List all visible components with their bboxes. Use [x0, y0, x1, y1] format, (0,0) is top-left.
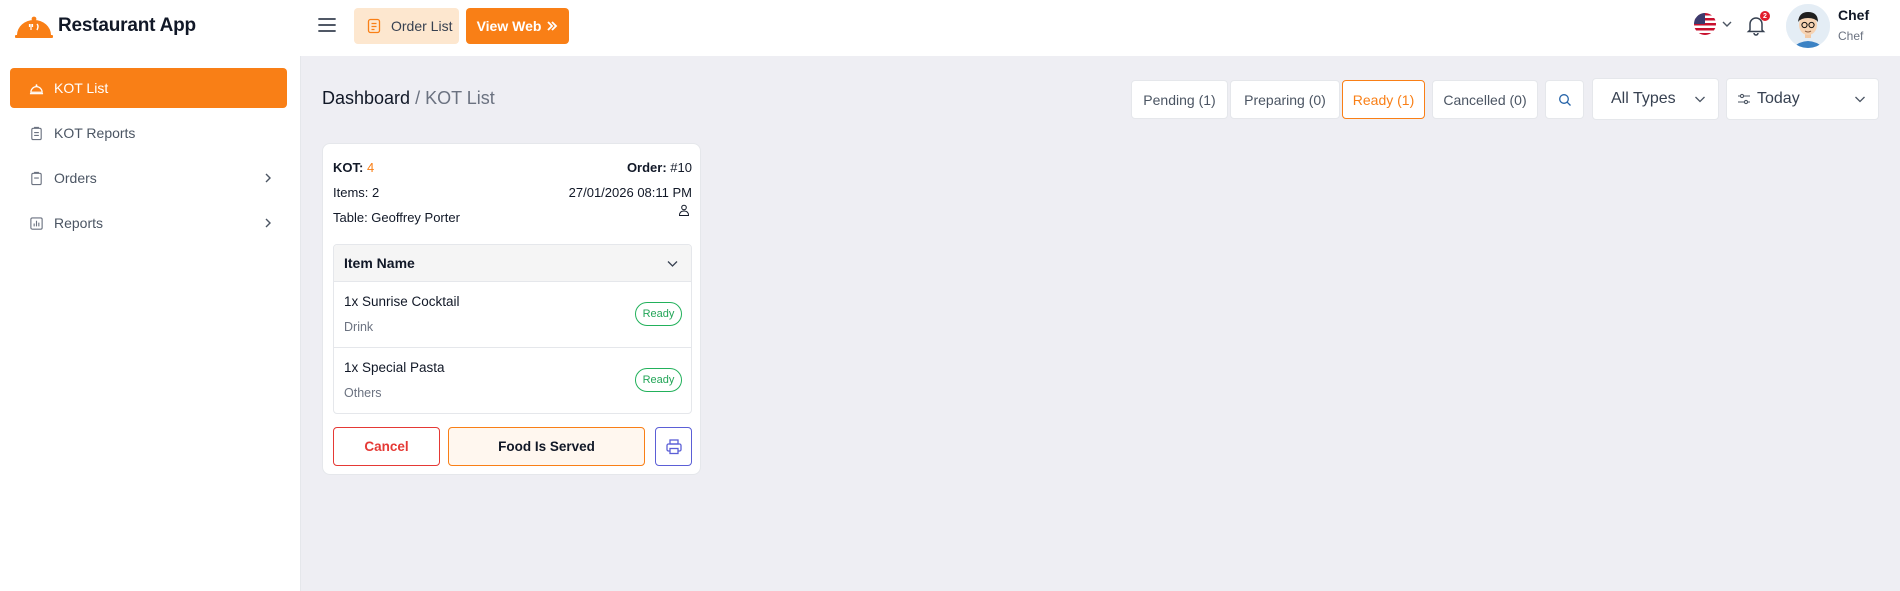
us-flag-icon	[1694, 13, 1716, 35]
date-select-value: Today	[1757, 90, 1800, 107]
item-category: Drink	[344, 320, 374, 334]
clipboard-list-icon	[31, 171, 42, 185]
user-avatar[interactable]	[1786, 4, 1830, 48]
type-select-value: All Types	[1611, 90, 1676, 107]
status-badge: Ready	[635, 302, 682, 326]
chevron-down-icon	[1722, 21, 1732, 27]
sidebar-item-label: Reports	[54, 215, 104, 231]
food-served-button[interactable]: Food Is Served	[448, 427, 645, 466]
order-list-button[interactable]: Order List	[354, 8, 459, 44]
type-select[interactable]: All Types	[1592, 78, 1719, 120]
sidebar-item-label: KOT Reports	[54, 125, 136, 141]
bar-chart-icon	[30, 216, 43, 230]
user-name: Chef	[1838, 7, 1870, 23]
status-badge: Ready	[635, 368, 682, 392]
items-count: Items: 2	[333, 185, 380, 200]
column-header-item-name: Item Name	[344, 255, 415, 271]
search-button[interactable]	[1545, 80, 1584, 119]
filter-tab-ready[interactable]: Ready (1)	[1342, 80, 1425, 119]
order-label: Order:	[626, 160, 667, 175]
sliders-icon	[1738, 93, 1750, 105]
kot-label: KOT:	[333, 160, 364, 175]
cloche-icon	[29, 83, 44, 94]
user-role: Chef	[1838, 29, 1864, 43]
filter-tab-pending[interactable]: Pending (1)	[1131, 80, 1228, 119]
table-row: 1x Special Pasta Others Ready	[334, 348, 691, 413]
date-select[interactable]: Today	[1726, 78, 1879, 120]
sidebar-item-kot-reports[interactable]: KOT Reports	[10, 113, 287, 153]
chevron-down-icon	[1695, 96, 1705, 103]
breadcrumb-separator: /	[410, 88, 426, 108]
cloche-logo-icon	[15, 16, 53, 38]
order-list-label: Order List	[391, 18, 453, 34]
print-button[interactable]	[655, 427, 692, 466]
printer-icon	[665, 438, 682, 454]
table-info: Table: Geoffrey Porter	[333, 210, 460, 225]
sidebar-item-label: Orders	[54, 170, 97, 186]
order-number-value: #10	[670, 160, 692, 175]
kot-number-value: 4	[366, 160, 375, 175]
chevron-right-icon	[265, 173, 271, 183]
order-datetime: 27/01/2026 08:11 PM	[568, 185, 692, 200]
hamburger-menu-icon[interactable]	[316, 14, 338, 36]
filter-tab-cancelled[interactable]: Cancelled (0)	[1432, 80, 1538, 119]
app-name: Restaurant App	[58, 15, 196, 36]
app-logo[interactable]: Restaurant App	[14, 13, 196, 39]
search-icon	[1558, 93, 1571, 106]
view-web-button[interactable]: View Web	[466, 8, 569, 44]
item-name: 1x Sunrise Cocktail	[344, 294, 460, 309]
kot-card: KOT: 4 Order: #10 Items: 2 27/01/2026 08…	[322, 143, 701, 475]
sidebar-item-label: KOT List	[54, 80, 109, 96]
view-web-label: View Web	[476, 18, 542, 34]
sidebar-item-kot-list[interactable]: KOT List	[10, 68, 287, 108]
clipboard-icon	[31, 126, 42, 140]
sidebar: KOT List KOT Reports Orders Reports	[0, 56, 301, 591]
items-table-header[interactable]: Item Name	[334, 245, 691, 282]
breadcrumb: Dashboard / KOT List	[322, 88, 495, 109]
item-category: Others	[344, 386, 382, 400]
top-bar: Restaurant App Order List View Web 2 Che…	[0, 0, 1900, 56]
chevron-right-icon	[265, 218, 271, 228]
item-name: 1x Special Pasta	[344, 360, 445, 375]
items-table: Item Name 1x Sunrise Cocktail Drink Read…	[333, 244, 692, 414]
kot-number: KOT: 4	[333, 160, 374, 175]
cancel-button[interactable]: Cancel	[333, 427, 440, 466]
table-row: 1x Sunrise Cocktail Drink Ready	[334, 282, 691, 348]
breadcrumb-current: KOT List	[425, 88, 495, 108]
notification-count-badge: 2	[1760, 11, 1770, 21]
user-icon	[678, 204, 690, 216]
breadcrumb-root[interactable]: Dashboard	[322, 88, 410, 108]
language-selector[interactable]	[1694, 13, 1732, 35]
order-list-icon	[367, 18, 381, 34]
order-number: Order: #10	[627, 160, 692, 175]
filter-tab-preparing[interactable]: Preparing (0)	[1230, 80, 1340, 119]
sidebar-item-reports[interactable]: Reports	[10, 203, 287, 243]
sidebar-item-orders[interactable]: Orders	[10, 158, 287, 198]
chevron-down-icon	[667, 261, 678, 267]
double-chevron-right-icon	[547, 21, 558, 31]
chevron-down-icon	[1855, 96, 1865, 103]
